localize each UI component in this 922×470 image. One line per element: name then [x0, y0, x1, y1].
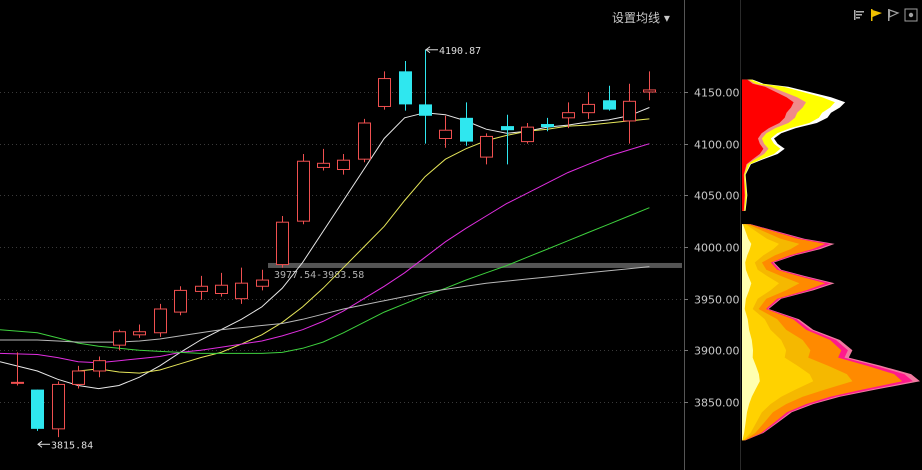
candle-up — [317, 148, 330, 171]
candle-body — [521, 126, 534, 143]
candle-up — [256, 269, 269, 291]
candle-down — [31, 389, 44, 431]
history-icon[interactable] — [886, 8, 900, 22]
chevron-down-icon: ▾ — [663, 11, 670, 25]
candle-down — [419, 49, 432, 144]
candle-body — [541, 124, 554, 128]
moving-average-lines — [0, 107, 650, 390]
candlesticks — [11, 49, 656, 438]
candle-body — [11, 381, 24, 384]
y-tick-label: 3850.00 — [694, 397, 740, 410]
chip-concentration-band: 3977.54-3983.58 — [268, 262, 682, 281]
candle-up — [174, 286, 187, 316]
candle-up — [337, 153, 350, 175]
candle-up — [235, 267, 248, 304]
candle-body — [603, 100, 616, 110]
candle-up — [521, 122, 534, 144]
candle-body — [256, 279, 269, 287]
candle-body — [480, 135, 493, 158]
candle-up — [133, 324, 146, 338]
candle-body — [133, 331, 146, 336]
candle-body — [399, 71, 412, 105]
candle-up — [72, 365, 85, 389]
candle-down — [603, 85, 616, 111]
candle-up — [93, 356, 106, 378]
low-label: 3815.84 — [51, 440, 93, 451]
candle-up — [154, 303, 167, 337]
settings-icon[interactable] — [904, 8, 918, 22]
candle-body — [623, 100, 636, 122]
candle-up — [480, 133, 493, 165]
candle-up — [439, 115, 452, 148]
candle-up — [215, 272, 228, 297]
candle-body — [276, 221, 289, 266]
candle-up — [378, 71, 391, 110]
set-ma-menu[interactable]: 设置均线 ▾ — [612, 9, 670, 26]
set-ma-label: 设置均线 — [612, 11, 661, 25]
concentration-band — [268, 262, 682, 268]
candle-body — [93, 360, 106, 372]
candle-body — [582, 103, 595, 114]
candle-down — [501, 114, 514, 165]
candle-up — [276, 215, 289, 268]
y-tick-label: 4150.00 — [694, 87, 740, 100]
candle-body — [195, 285, 208, 292]
high-label: 4190.87 — [439, 46, 481, 57]
y-tick-label: 4000.00 — [694, 242, 740, 255]
candle-up — [643, 71, 656, 101]
candle-body — [72, 370, 85, 385]
candle-body — [337, 159, 350, 170]
candle-body — [358, 122, 371, 160]
candle-up — [358, 118, 371, 163]
candle-body — [501, 126, 514, 131]
price-axis: 4150.00 4100.00 4050.00 4000.00 3950.00 3900.… — [684, 0, 741, 470]
candle-body — [235, 282, 248, 300]
y-tick-label: 4100.00 — [694, 139, 740, 152]
kline-chart[interactable]: 3977.54-3983.58 4190.873815.84 4150.0041… — [0, 0, 922, 470]
candle-up — [297, 153, 310, 225]
candle-up — [195, 275, 208, 300]
candle-body — [154, 308, 167, 334]
candle-body — [643, 89, 656, 93]
price-annotations: 4190.87 3815.84 — [37, 46, 481, 451]
candle-up — [582, 92, 595, 119]
candle-body — [52, 383, 65, 430]
candle-body — [215, 284, 228, 294]
ma-line-ma_magenta — [0, 143, 650, 364]
candle-up — [52, 381, 65, 438]
candle-up — [623, 83, 636, 144]
candle-body — [460, 117, 473, 142]
candle-body — [113, 331, 126, 346]
candle-up — [113, 329, 126, 351]
y-tick-label: 3900.00 — [694, 345, 740, 358]
candle-body — [317, 162, 330, 168]
candle-down — [399, 61, 412, 111]
active-flag-icon[interactable] — [869, 8, 883, 22]
cost-distribution-icon[interactable] — [852, 8, 866, 22]
candle-up — [11, 352, 24, 386]
candle-body — [419, 104, 432, 116]
candle-body — [378, 78, 391, 107]
y-tick-label: 4050.00 — [694, 190, 740, 203]
volume-profile — [742, 79, 920, 441]
candle-body — [31, 389, 44, 429]
candle-down — [460, 102, 473, 146]
candle-body — [297, 160, 310, 222]
candle-body — [562, 112, 575, 119]
candle-body — [174, 289, 187, 313]
price-gridlines — [0, 92, 684, 403]
band-label: 3977.54-3983.58 — [274, 270, 364, 281]
candle-body — [439, 129, 452, 139]
y-tick-label: 3950.00 — [694, 294, 740, 307]
